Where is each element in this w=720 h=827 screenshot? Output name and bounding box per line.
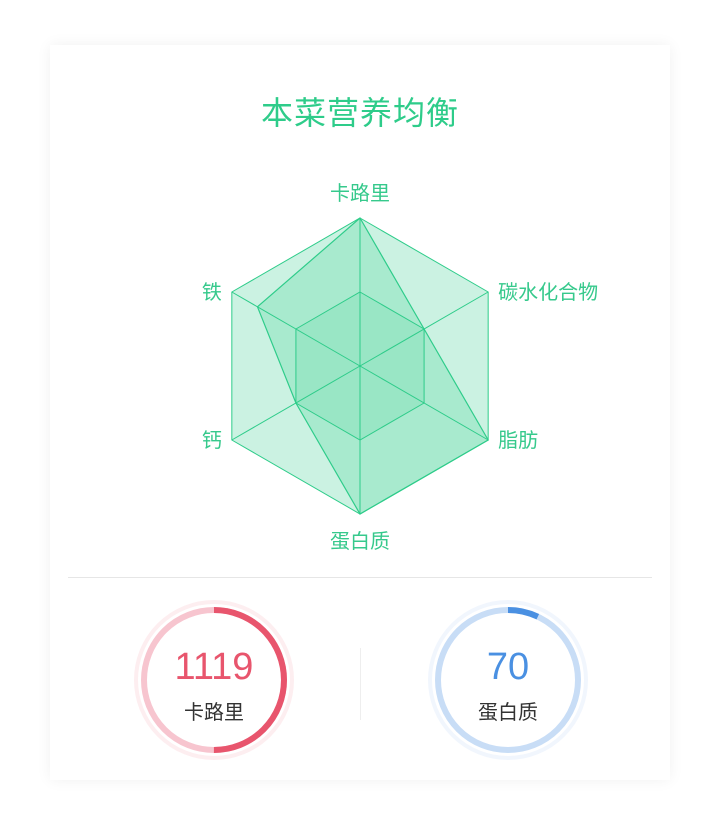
calorie-stat: 1119 卡路里 xyxy=(134,600,294,760)
axis-label-0: 卡路里 xyxy=(330,181,390,205)
calorie-label: 卡路里 xyxy=(184,700,244,724)
section-divider xyxy=(68,577,652,578)
axis-label-4: 钙 xyxy=(202,428,222,452)
calorie-value: 1119 xyxy=(174,646,254,688)
axis-label-3: 蛋白质 xyxy=(330,529,390,553)
stats-divider xyxy=(360,648,361,720)
protein-label: 蛋白质 xyxy=(478,700,538,724)
protein-value: 70 xyxy=(486,646,530,688)
axis-label-1: 碳水化合物 xyxy=(498,280,598,304)
axis-label-5: 铁 xyxy=(202,280,222,304)
protein-stat: 70 蛋白质 xyxy=(428,600,588,760)
axis-label-2: 脂肪 xyxy=(498,428,538,452)
